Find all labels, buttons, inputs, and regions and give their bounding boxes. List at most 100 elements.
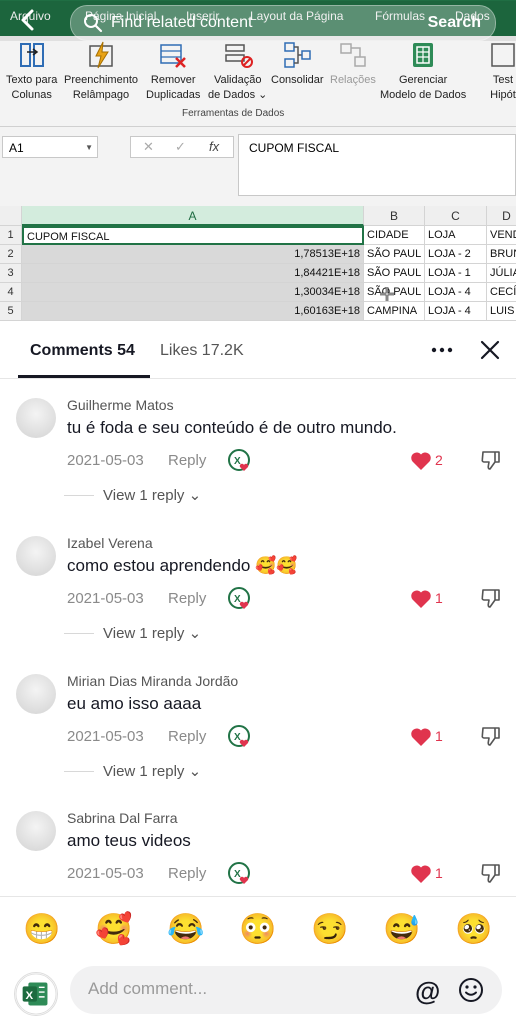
cell-c4[interactable]: LOJA - 4 (425, 283, 487, 302)
heart-icon[interactable] (410, 864, 432, 884)
row-header[interactable]: 5 (0, 302, 22, 321)
cell-d3[interactable]: JÚLIA (487, 264, 516, 283)
emoji-sweat-smile[interactable]: 😅 (382, 912, 422, 947)
consolidate-button[interactable]: Consolidar (271, 40, 324, 88)
search-bar[interactable]: Find related content Search (70, 5, 496, 41)
thumbs-down-icon[interactable] (480, 862, 502, 884)
thumbs-down-icon[interactable] (480, 587, 502, 609)
ribbon-label: Relações (330, 74, 376, 86)
heart-icon[interactable] (410, 589, 432, 609)
more-options-icon[interactable] (430, 338, 454, 362)
view-replies-button[interactable]: View 1 reply ⌄ (103, 486, 201, 504)
emoji-hearts[interactable]: 🥰 (94, 912, 134, 947)
emoji-joy[interactable]: 😂 (166, 912, 206, 947)
cell-d4[interactable]: CECÍ (487, 283, 516, 302)
reply-button[interactable]: Reply (168, 452, 206, 469)
cell-d5[interactable]: LUIS (487, 302, 516, 321)
fx-icon[interactable]: fx (209, 139, 219, 154)
emoji-grin[interactable]: 😁 (22, 912, 62, 947)
heart-icon[interactable] (410, 451, 432, 471)
formula-input[interactable]: CUPOM FISCAL (238, 134, 516, 196)
comment-text: como estou aprendendo 🥰🥰 (67, 556, 298, 575)
avatar[interactable] (16, 811, 56, 851)
comment-date: 2021-05-03 (67, 728, 144, 745)
tab-comments[interactable]: Comments 54 (30, 342, 135, 360)
select-all-corner[interactable] (0, 206, 22, 226)
cancel-icon[interactable]: ✕ (143, 139, 154, 155)
cell-a2[interactable]: 1,78513E+18 (22, 245, 364, 264)
formula-buttons: ✕ ✓ fx (130, 136, 234, 158)
row-header[interactable]: 4 (0, 283, 22, 302)
emoji-picker-icon[interactable] (458, 977, 484, 1003)
cell-a4[interactable]: 1,30034E+18 (22, 283, 364, 302)
column-header-a[interactable]: A (22, 206, 364, 226)
column-header-b[interactable]: B (364, 206, 425, 226)
name-box[interactable]: A1 ▼ (2, 136, 98, 158)
cell-c2[interactable]: LOJA - 2 (425, 245, 487, 264)
text-to-columns-icon (19, 43, 44, 67)
thumbs-down-icon[interactable] (480, 725, 502, 747)
reply-button[interactable]: Reply (168, 865, 206, 882)
cell-c5[interactable]: LOJA - 4 (425, 302, 487, 321)
view-replies-button[interactable]: View 1 reply ⌄ (103, 624, 201, 642)
what-if-icon (491, 43, 515, 67)
mention-icon[interactable]: @ (415, 976, 440, 1007)
cell-c1[interactable]: LOJA (425, 226, 487, 245)
emoji-pleading[interactable]: 🥺 (454, 912, 494, 947)
excel-screenshot-background: Arquivo Página Inicial Inserir Layout da… (0, 0, 516, 330)
column-header-d[interactable]: D (487, 206, 516, 226)
tab-likes[interactable]: Likes 17.2K (160, 342, 244, 360)
ribbon-label: Hipót (490, 89, 516, 101)
flash-fill-button[interactable]: Preenchimento Relâmpago (64, 40, 138, 103)
thumbs-down-icon[interactable] (480, 449, 502, 471)
view-replies-button[interactable]: View 1 reply ⌄ (103, 762, 201, 780)
what-if-button[interactable]: Test Hipót (488, 40, 516, 103)
search-button[interactable]: Search (428, 14, 481, 32)
emoji-smirk[interactable]: 😏 (310, 912, 350, 947)
cell-b3[interactable]: SÃO PAUL (364, 264, 425, 283)
heart-icon[interactable] (410, 727, 432, 747)
ribbon-group-label: Ferramentas de Dados (182, 108, 285, 119)
cell-b1[interactable]: CIDADE (364, 226, 425, 245)
reply-button[interactable]: Reply (168, 728, 206, 745)
cell-a3[interactable]: 1,84421E+18 (22, 264, 364, 283)
close-icon[interactable] (478, 338, 502, 362)
avatar[interactable] (16, 536, 56, 576)
check-icon[interactable]: ✓ (175, 139, 186, 155)
comment-author[interactable]: Guilherme Matos (67, 397, 174, 413)
column-header-c[interactable]: C (425, 206, 487, 226)
row-header[interactable]: 1 (0, 226, 22, 245)
comment-input[interactable] (86, 978, 390, 1000)
cell-a1[interactable]: CUPOM FISCAL (22, 226, 364, 245)
ribbon-label: Preenchimento (64, 74, 138, 86)
text-to-columns-button[interactable]: Texto para Colunas (6, 40, 57, 103)
cell-a5[interactable]: 1,60163E+18 (22, 302, 364, 321)
cell-b5[interactable]: CAMPINA (364, 302, 425, 321)
ribbon-label: Colunas (11, 89, 52, 101)
cell-c3[interactable]: LOJA - 1 (425, 264, 487, 283)
data-model-button[interactable]: Gerenciar Modelo de Dados (380, 40, 466, 103)
row-header[interactable]: 3 (0, 264, 22, 283)
excel-profile-icon[interactable]: X (14, 972, 58, 1016)
like-count: 2 (435, 452, 443, 468)
comment-author[interactable]: Izabel Verena (67, 535, 153, 551)
comment-author[interactable]: Sabrina Dal Farra (67, 810, 178, 826)
data-model-icon (413, 43, 434, 67)
data-validation-button[interactable]: Validação de Dados ⌄ (208, 40, 267, 103)
cell-d2[interactable]: BRUN (487, 245, 516, 264)
comment-author[interactable]: Mirian Dias Miranda Jordão (67, 673, 238, 689)
back-arrow-icon[interactable] (16, 7, 46, 37)
remove-duplicates-button[interactable]: Remover Duplicadas (146, 40, 200, 103)
reply-button[interactable]: Reply (168, 590, 206, 607)
relationships-button[interactable]: Relações (330, 40, 376, 88)
flash-fill-icon (89, 41, 113, 69)
avatar[interactable] (16, 674, 56, 714)
ribbon-label: Test (492, 74, 514, 86)
cell-d1[interactable]: VEND (487, 226, 516, 245)
cell-b2[interactable]: SÃO PAUL (364, 245, 425, 264)
comment-text: tu é foda e seu conteúdo é de outro mund… (67, 418, 397, 437)
avatar[interactable] (16, 398, 56, 438)
emoji-flushed[interactable]: 😳 (238, 912, 278, 947)
row-header[interactable]: 2 (0, 245, 22, 264)
ribbon-label: Remover (150, 74, 196, 86)
